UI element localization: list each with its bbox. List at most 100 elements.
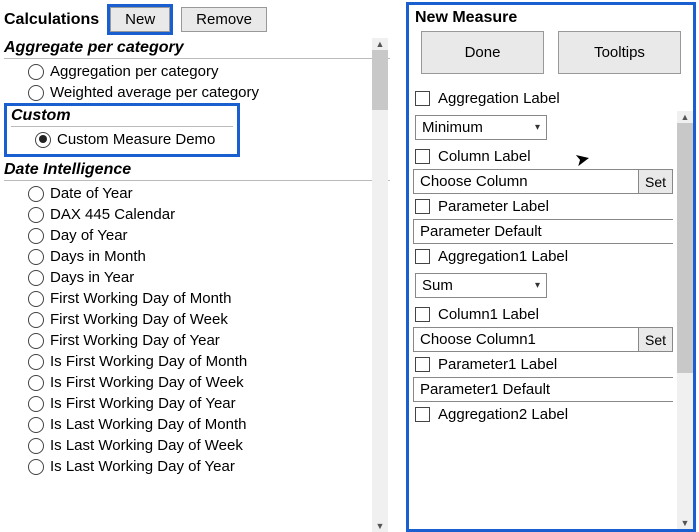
parameter-label-row[interactable]: Parameter Label — [411, 194, 675, 219]
column-label-row[interactable]: Column Label — [411, 144, 675, 169]
parameter-default-input[interactable]: Parameter Default — [413, 219, 673, 244]
radio-days-in-month[interactable]: Days in Month — [4, 246, 390, 267]
parameter1-label-row[interactable]: Parameter1 Label — [411, 352, 675, 377]
checkbox-icon — [415, 307, 430, 322]
radio-is-last-wd-week[interactable]: Is Last Working Day of Week — [4, 435, 390, 456]
new-measure-panel: New Measure Done Tooltips Aggregation La… — [406, 2, 696, 532]
radio-is-last-wd-month[interactable]: Is Last Working Day of Month — [4, 414, 390, 435]
scroll-down-icon: ▼ — [372, 520, 388, 532]
radio-icon — [28, 459, 44, 475]
radio-label: Day of Year — [50, 227, 128, 244]
radio-label: Days in Year — [50, 269, 134, 286]
radio-label: Custom Measure Demo — [57, 131, 215, 148]
choose-column-value: Choose Column — [420, 173, 528, 190]
aggregation2-label-row[interactable]: Aggregation2 Label — [411, 402, 675, 427]
radio-icon — [28, 85, 44, 101]
aggregation1-select[interactable]: Sum ▾ — [415, 273, 547, 298]
checkbox-icon — [415, 199, 430, 214]
radio-date-of-year[interactable]: Date of Year — [4, 183, 390, 204]
radio-is-first-wd-year[interactable]: Is First Working Day of Year — [4, 393, 390, 414]
set-column-button[interactable]: Set — [638, 169, 673, 194]
radio-icon — [28, 64, 44, 80]
radio-icon — [28, 396, 44, 412]
radio-label: First Working Day of Week — [50, 311, 228, 328]
chevron-down-icon: ▾ — [535, 280, 540, 291]
checkbox-icon — [415, 91, 430, 106]
radio-label: Is First Working Day of Year — [50, 395, 236, 412]
radio-is-first-wd-month[interactable]: Is First Working Day of Month — [4, 351, 390, 372]
radio-is-first-wd-week[interactable]: Is First Working Day of Week — [4, 372, 390, 393]
remove-button[interactable]: Remove — [181, 7, 267, 32]
done-button[interactable]: Done — [421, 31, 544, 74]
scroll-up-icon: ▲ — [372, 38, 388, 50]
radio-icon — [28, 438, 44, 454]
parameter1-default-input[interactable]: Parameter1 Default — [413, 377, 673, 402]
radio-icon — [28, 354, 44, 370]
right-scrollbar[interactable]: ▲ ▼ — [677, 111, 693, 529]
radio-label: Is Last Working Day of Week — [50, 437, 243, 454]
radio-label: Days in Month — [50, 248, 146, 265]
custom-group-title: Custom — [11, 107, 233, 127]
checkbox-icon — [415, 249, 430, 264]
radio-label: Is First Working Day of Week — [50, 374, 244, 391]
scroll-down-icon: ▼ — [677, 517, 693, 529]
set-column1-button[interactable]: Set — [638, 327, 673, 352]
radio-custom-measure-demo[interactable]: Custom Measure Demo — [11, 129, 233, 150]
radio-weighted-average[interactable]: Weighted average per category — [4, 82, 390, 103]
scroll-up-icon: ▲ — [677, 111, 693, 123]
aggregation1-select-value: Sum — [422, 277, 453, 294]
calculations-panel: Calculations New Remove Aggregate per ca… — [0, 0, 390, 532]
radio-label: First Working Day of Year — [50, 332, 220, 349]
radio-day-of-year[interactable]: Day of Year — [4, 225, 390, 246]
new-button[interactable]: New — [110, 7, 170, 32]
aggregation-select[interactable]: Minimum ▾ — [415, 115, 547, 140]
radio-icon — [35, 132, 51, 148]
aggregation-label-row[interactable]: Aggregation Label — [411, 86, 675, 111]
calculations-title: Calculations — [4, 11, 99, 29]
choose-column-input[interactable]: Choose Column — [413, 169, 638, 194]
right-scrollbar-thumb[interactable] — [677, 123, 693, 373]
checkbox-icon — [415, 357, 430, 372]
parameter-default-value: Parameter Default — [420, 223, 542, 240]
parameter1-default-value: Parameter1 Default — [420, 381, 550, 398]
choose-column1-input[interactable]: Choose Column1 — [413, 327, 638, 352]
radio-icon — [28, 375, 44, 391]
calculations-header: Calculations New Remove — [4, 4, 390, 35]
new-button-highlight: New — [107, 4, 173, 35]
parameter1-label-text: Parameter1 Label — [438, 356, 557, 373]
aggregate-group-title: Aggregate per category — [4, 39, 390, 59]
radio-label: Date of Year — [50, 185, 133, 202]
radio-label: Is Last Working Day of Year — [50, 458, 235, 475]
radio-aggregation-per-category[interactable]: Aggregation per category — [4, 61, 390, 82]
radio-first-wd-week[interactable]: First Working Day of Week — [4, 309, 390, 330]
radio-icon — [28, 270, 44, 286]
left-scrollbar[interactable]: ▲ ▼ — [372, 38, 388, 532]
checkbox-icon — [415, 407, 430, 422]
date-group-title: Date Intelligence — [4, 161, 390, 181]
radio-first-wd-year[interactable]: First Working Day of Year — [4, 330, 390, 351]
radio-icon — [28, 186, 44, 202]
radio-icon — [28, 249, 44, 265]
aggregation1-label-row[interactable]: Aggregation1 Label — [411, 244, 675, 269]
radio-days-in-year[interactable]: Days in Year — [4, 267, 390, 288]
radio-is-last-wd-year[interactable]: Is Last Working Day of Year — [4, 456, 390, 477]
radio-dax-445[interactable]: DAX 445 Calendar — [4, 204, 390, 225]
tooltips-button[interactable]: Tooltips — [558, 31, 681, 74]
left-scrollbar-thumb[interactable] — [372, 50, 388, 110]
radio-icon — [28, 207, 44, 223]
radio-icon — [28, 228, 44, 244]
chevron-down-icon: ▾ — [535, 122, 540, 133]
parameter-label-text: Parameter Label — [438, 198, 549, 215]
column-label-text: Column Label — [438, 148, 531, 165]
radio-icon — [28, 417, 44, 433]
radio-icon — [28, 312, 44, 328]
column1-label-row[interactable]: Column1 Label — [411, 302, 675, 327]
radio-first-wd-month[interactable]: First Working Day of Month — [4, 288, 390, 309]
radio-label: DAX 445 Calendar — [50, 206, 175, 223]
aggregation-label-text: Aggregation Label — [438, 90, 560, 107]
custom-group-highlight: Custom Custom Measure Demo — [4, 103, 240, 157]
aggregation1-label-text: Aggregation1 Label — [438, 248, 568, 265]
aggregation-select-value: Minimum — [422, 119, 483, 136]
aggregation2-label-text: Aggregation2 Label — [438, 406, 568, 423]
radio-icon — [28, 291, 44, 307]
